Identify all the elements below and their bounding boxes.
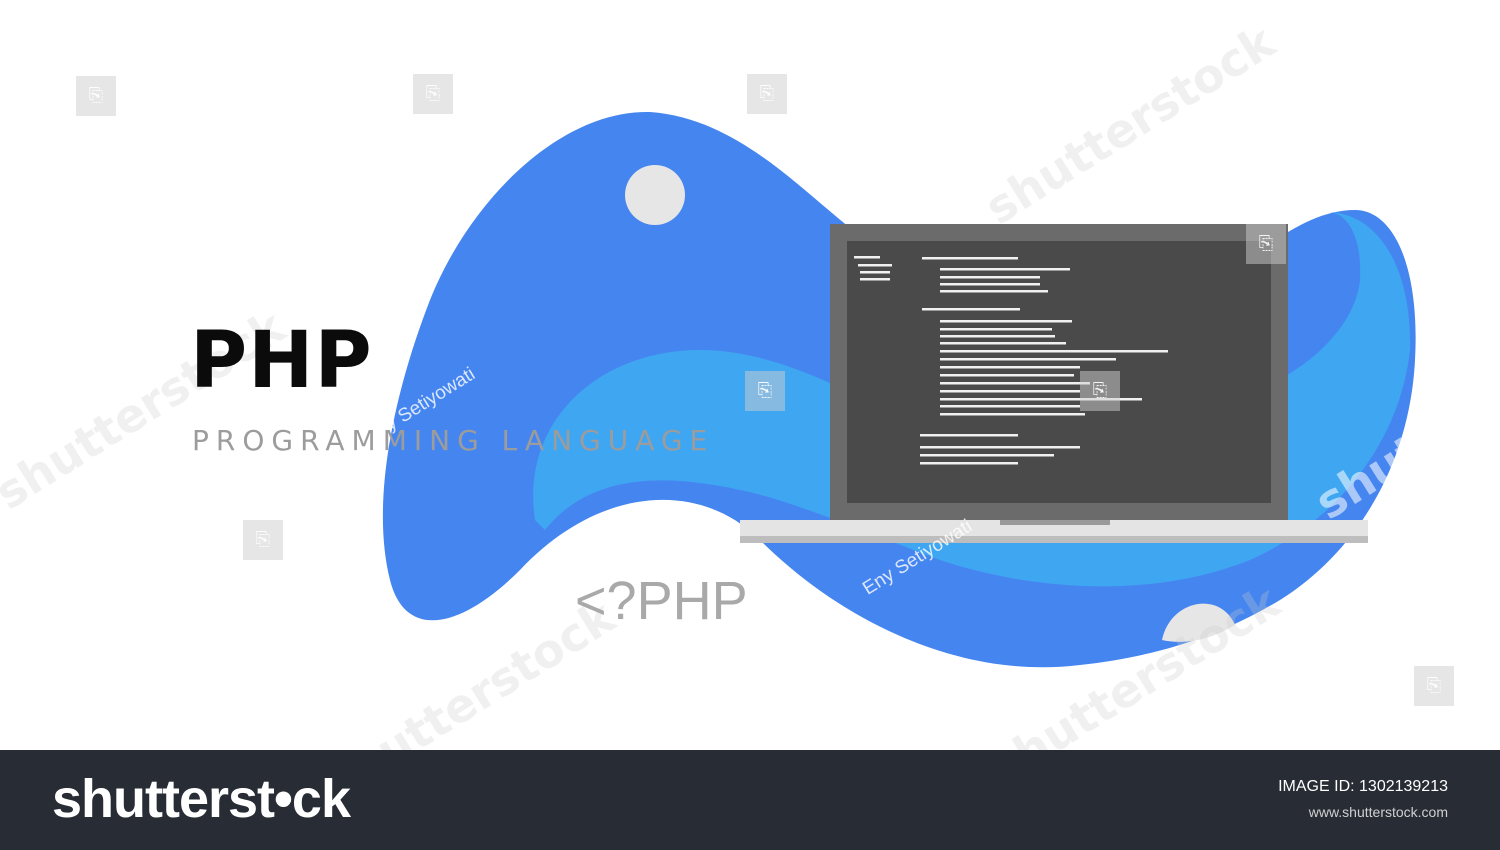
- code-line: [940, 320, 1072, 323]
- headline-subtitle: PROGRAMMING LANGUAGE: [192, 424, 715, 457]
- laptop-screen: [847, 241, 1271, 503]
- code-line: [940, 290, 1048, 293]
- code-line: [922, 308, 1020, 311]
- code-line: [940, 358, 1116, 361]
- code-line: [940, 382, 1090, 385]
- watermark-square-icon: ⎘: [76, 76, 116, 116]
- laptop-icon: [740, 224, 1368, 543]
- watermark-square-icon: ⎘: [1080, 371, 1120, 411]
- image-id: IMAGE ID: 1302139213: [1278, 778, 1448, 796]
- image-id-label: IMAGE ID:: [1278, 778, 1355, 795]
- code-line: [940, 268, 1070, 271]
- code-line: [940, 335, 1055, 338]
- code-line: [922, 257, 1018, 260]
- code-line: [860, 271, 890, 274]
- code-line: [940, 276, 1040, 279]
- watermark-square-icon: ⎘: [1246, 224, 1286, 264]
- illustration-canvas: ⎘ ⎘ ⎘ ⎘ ⎘ ⎘ ⎘ ⎘ shutterstock shutterstoc…: [0, 0, 1500, 750]
- grey-circle: [625, 165, 685, 225]
- code-line: [940, 328, 1052, 331]
- code-line: [858, 264, 892, 267]
- code-line: [920, 446, 1080, 449]
- watermark-square-icon: ⎘: [243, 520, 283, 560]
- code-line: [940, 413, 1085, 416]
- code-line: [940, 374, 1074, 377]
- shutterstock-logo: shutterst•ck: [52, 769, 351, 829]
- code-line: [940, 405, 1080, 408]
- footer-url: www.shutterstock.com: [1308, 804, 1448, 820]
- php-open-tag: <?PHP: [575, 571, 748, 631]
- code-line: [854, 256, 880, 259]
- code-line: [940, 342, 1066, 345]
- footer-bar: shutterst•ck IMAGE ID: 1302139213 www.sh…: [0, 750, 1500, 850]
- watermark-square-icon: ⎘: [1414, 666, 1454, 706]
- code-line: [940, 350, 1168, 353]
- code-line: [920, 434, 1018, 437]
- watermark-square-icon: ⎘: [747, 74, 787, 114]
- code-line: [920, 462, 1018, 465]
- watermark-square-icon: ⎘: [745, 371, 785, 411]
- image-id-value: 1302139213: [1359, 778, 1448, 795]
- code-line: [940, 283, 1040, 286]
- code-line: [940, 390, 1080, 393]
- code-line: [860, 278, 890, 281]
- code-line: [920, 454, 1054, 457]
- code-line: [940, 366, 1080, 369]
- headline-title: PHP: [190, 316, 373, 406]
- watermark-square-icon: ⎘: [413, 74, 453, 114]
